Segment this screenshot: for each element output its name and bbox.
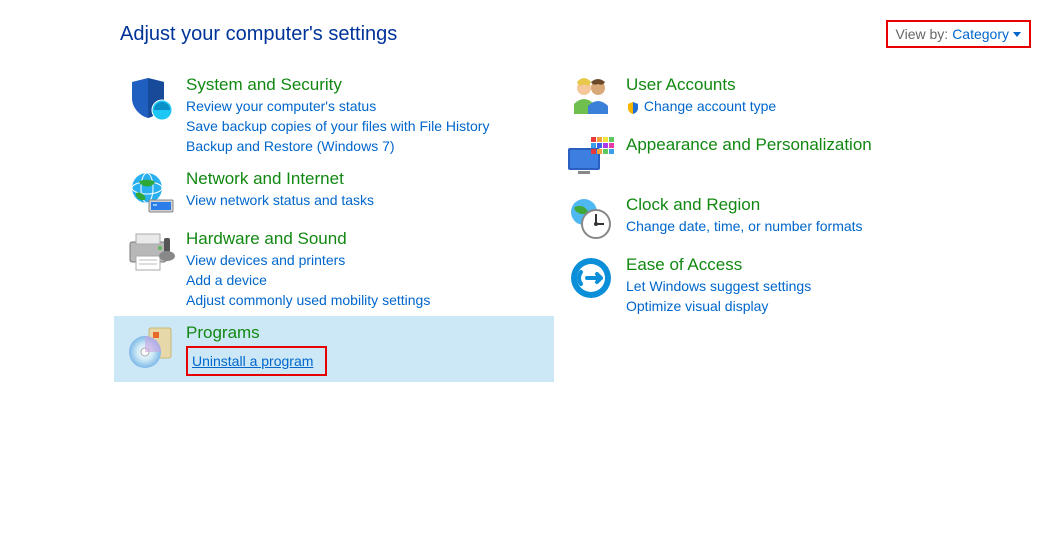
chevron-down-icon <box>1013 32 1021 37</box>
category-title[interactable]: Programs <box>186 322 327 344</box>
header: Adjust your computer's settings View by:… <box>0 0 1041 68</box>
category-system-security[interactable]: System and Security Review your computer… <box>114 68 554 162</box>
monitor-colors-icon <box>562 134 620 182</box>
category-title[interactable]: System and Security <box>186 74 489 96</box>
accessibility-icon <box>562 254 620 302</box>
category-network[interactable]: Network and Internet View network status… <box>114 162 554 222</box>
category-user-accounts[interactable]: User Accounts Change account type <box>554 68 954 128</box>
people-icon <box>562 74 620 122</box>
globe-icon <box>122 168 180 216</box>
view-by-label: View by: <box>896 26 949 42</box>
category-hardware[interactable]: Hardware and Sound View devices and prin… <box>114 222 554 316</box>
link-review-status[interactable]: Review your computer's status <box>186 96 489 116</box>
link-optimize-display[interactable]: Optimize visual display <box>626 296 811 316</box>
printer-icon <box>122 228 180 276</box>
link-uninstall-program[interactable]: Uninstall a program <box>192 351 313 371</box>
link-backup-restore[interactable]: Backup and Restore (Windows 7) <box>186 136 489 156</box>
category-title[interactable]: Appearance and Personalization <box>626 134 872 156</box>
highlight-box: Uninstall a program <box>186 346 327 376</box>
category-title[interactable]: Clock and Region <box>626 194 863 216</box>
view-by-dropdown[interactable]: Category <box>952 26 1021 42</box>
link-mobility[interactable]: Adjust commonly used mobility settings <box>186 290 430 310</box>
view-by-box: View by: Category <box>886 20 1031 48</box>
category-ease-access[interactable]: Ease of Access Let Windows suggest setti… <box>554 248 954 322</box>
link-view-devices[interactable]: View devices and printers <box>186 250 430 270</box>
category-title[interactable]: User Accounts <box>626 74 776 96</box>
link-network-status[interactable]: View network status and tasks <box>186 190 374 210</box>
disc-box-icon <box>122 322 180 370</box>
category-title[interactable]: Ease of Access <box>626 254 811 276</box>
page-title: Adjust your computer's settings <box>120 23 397 46</box>
category-title[interactable]: Network and Internet <box>186 168 374 190</box>
category-appearance[interactable]: Appearance and Personalization <box>554 128 954 188</box>
uac-shield-icon <box>626 101 640 115</box>
right-column: User Accounts Change account type <box>554 68 954 382</box>
link-change-account[interactable]: Change account type <box>626 96 776 116</box>
shield-icon <box>122 74 180 122</box>
view-by-value: Category <box>952 26 1009 42</box>
link-backup-filehistory[interactable]: Save backup copies of your files with Fi… <box>186 116 489 136</box>
link-date-time[interactable]: Change date, time, or number formats <box>626 216 863 236</box>
category-clock[interactable]: Clock and Region Change date, time, or n… <box>554 188 954 248</box>
category-programs[interactable]: Programs Uninstall a program <box>114 316 554 382</box>
categories-panel: System and Security Review your computer… <box>0 68 1041 382</box>
link-suggest-settings[interactable]: Let Windows suggest settings <box>626 276 811 296</box>
link-add-device[interactable]: Add a device <box>186 270 430 290</box>
category-title[interactable]: Hardware and Sound <box>186 228 430 250</box>
left-column: System and Security Review your computer… <box>114 68 554 382</box>
clock-globe-icon <box>562 194 620 242</box>
